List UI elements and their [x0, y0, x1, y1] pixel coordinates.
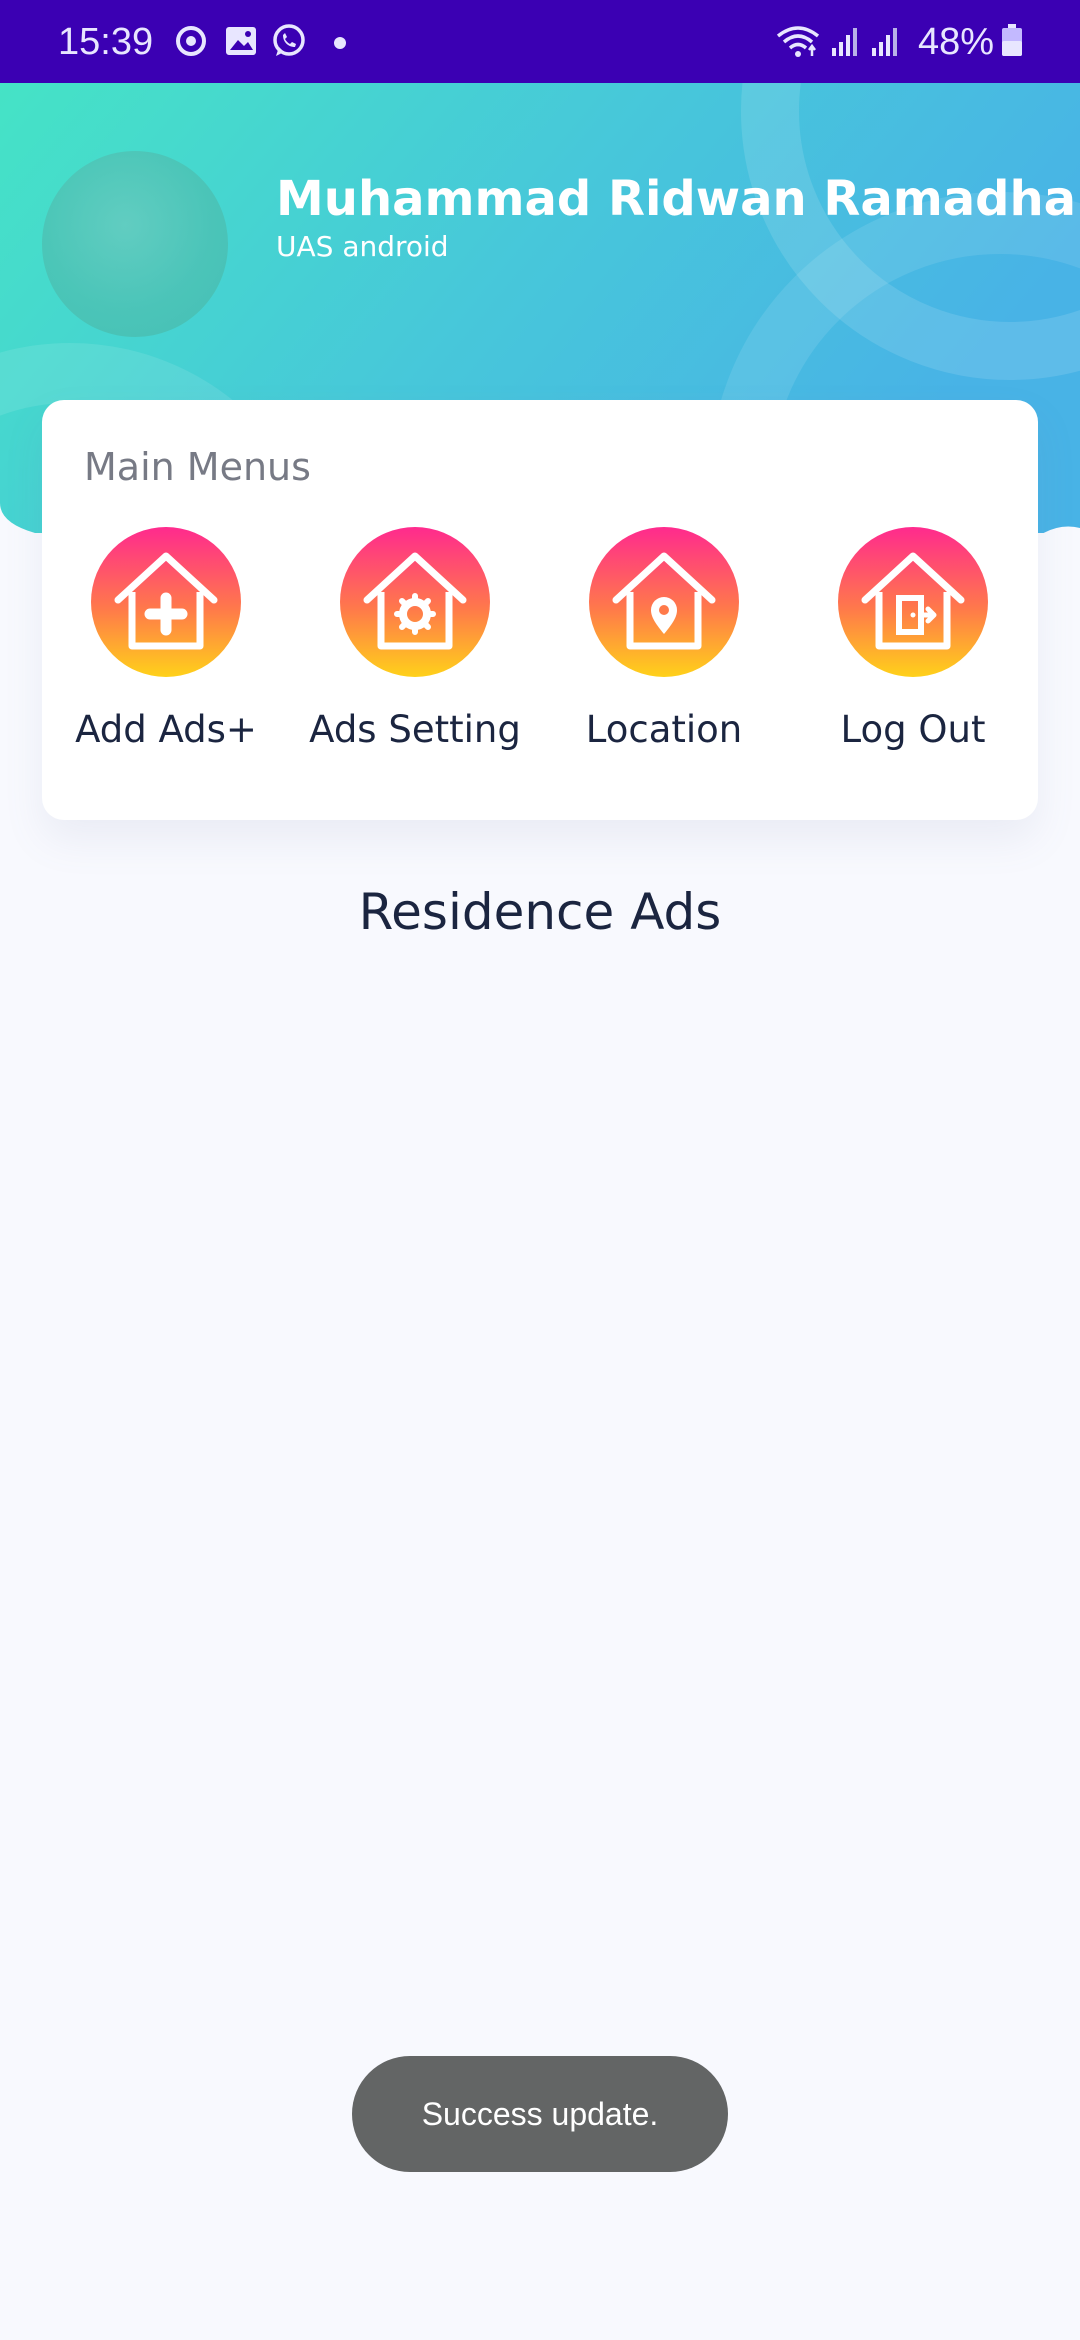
signal-icon [872, 28, 897, 56]
gallery-icon [226, 27, 256, 55]
menu-label-add-ads: Add Ads+ [75, 708, 257, 751]
battery-icon [1002, 24, 1022, 56]
signal-icon [832, 28, 857, 56]
menu-label-location: Location [585, 708, 743, 751]
menu-label-ads-setting: Ads Setting [309, 708, 521, 751]
user-name: Muhammad Ridwan Ramadhan [276, 171, 1080, 227]
status-time: 15:39 [58, 21, 154, 63]
wifi-icon [776, 26, 820, 57]
section-title: Residence Ads [358, 883, 722, 941]
user-subtitle: UAS android [276, 230, 449, 263]
house-location-icon [589, 527, 739, 677]
notification-dot [334, 37, 346, 49]
ads-setting-button[interactable]: Ads Setting [295, 526, 535, 776]
location-button[interactable]: Location [544, 526, 784, 776]
main-menu-card: Main Menus Add Ads+ Ads Setting Location [42, 400, 1038, 820]
whatsapp-icon [273, 24, 305, 56]
house-exit-icon [838, 527, 988, 677]
toast-message: Success update. [352, 2056, 728, 2172]
log-out-button[interactable]: Log Out [793, 526, 1033, 776]
house-plus-icon [91, 527, 241, 677]
battery-percentage: 48% [918, 21, 995, 63]
menu-title: Main Menus [84, 445, 311, 489]
add-ads-button[interactable]: Add Ads+ [46, 526, 286, 776]
house-gear-icon [340, 527, 490, 677]
avatar[interactable] [42, 151, 228, 337]
menu-label-log-out: Log Out [840, 708, 986, 751]
sync-icon [176, 26, 206, 56]
status-bar: 15:39 48% [0, 0, 1080, 83]
